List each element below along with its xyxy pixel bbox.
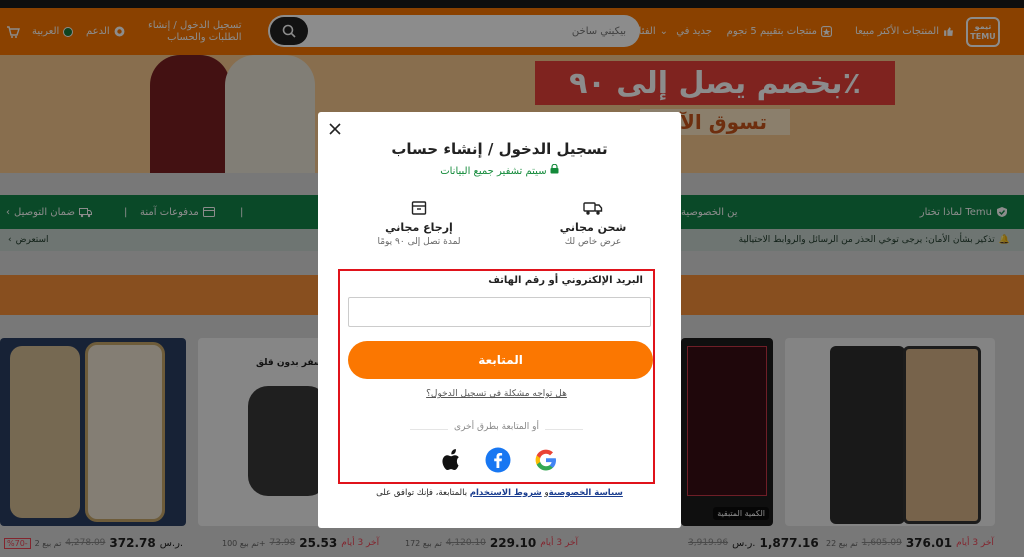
encryption-text: سيتم تشفير جميع البيانات <box>440 166 547 177</box>
encryption-note: سيتم تشفير جميع البيانات <box>318 163 681 177</box>
apple-icon <box>442 449 459 470</box>
privacy-policy-link[interactable]: سياسة الخصوصية <box>549 488 623 498</box>
other-ways-text: أو المتابعة بطرق أخرى <box>448 422 545 432</box>
terms-prefix: بالمتابعة، فإنك توافق على <box>376 488 468 498</box>
facebook-icon <box>485 447 511 473</box>
truck-icon <box>583 202 603 215</box>
login-form-highlight: البريد الإلكتروني أو رقم الهاتف المتابعة… <box>338 269 655 484</box>
continue-button[interactable]: المتابعة <box>348 341 653 379</box>
return-box-icon <box>411 201 427 215</box>
close-icon <box>329 123 341 135</box>
modal-title: تسجيل الدخول / إنشاء حساب <box>391 140 608 158</box>
other-ways-label: أو المتابعة بطرق أخرى <box>340 422 653 432</box>
free-shipping-title: شحن مجاني <box>559 221 627 234</box>
free-return-sub: لمدة تصل إلى ٩٠ يومًا <box>377 237 461 247</box>
login-trouble-link[interactable]: هل تواجه مشكلة في تسجيل الدخول؟ <box>340 389 653 399</box>
login-modal: تسجيل الدخول / إنشاء حساب سيتم تشفير جمي… <box>318 112 681 528</box>
email-phone-input[interactable] <box>348 297 651 327</box>
free-shipping-feature: شحن مجاني عرض خاص لك <box>528 197 658 247</box>
terms-notice: سياسة الخصوصيةو شروط الاستخدام بالمتابعة… <box>318 488 681 498</box>
lock-icon <box>550 163 559 174</box>
email-phone-label: البريد الإلكتروني أو رقم الهاتف <box>488 275 643 286</box>
free-shipping-sub: عرض خاص لك <box>564 237 622 247</box>
google-icon <box>535 449 556 471</box>
free-return-feature: إرجاع مجاني لمدة تصل إلى ٩٠ يومًا <box>354 197 484 247</box>
apple-login-button[interactable] <box>435 444 467 476</box>
facebook-login-button[interactable] <box>482 444 514 476</box>
free-return-title: إرجاع مجاني <box>385 221 453 234</box>
terms-of-use-link[interactable]: شروط الاستخدام <box>470 488 542 498</box>
google-login-button[interactable] <box>530 444 562 476</box>
close-button[interactable] <box>326 120 344 138</box>
continue-label: المتابعة <box>478 353 523 367</box>
